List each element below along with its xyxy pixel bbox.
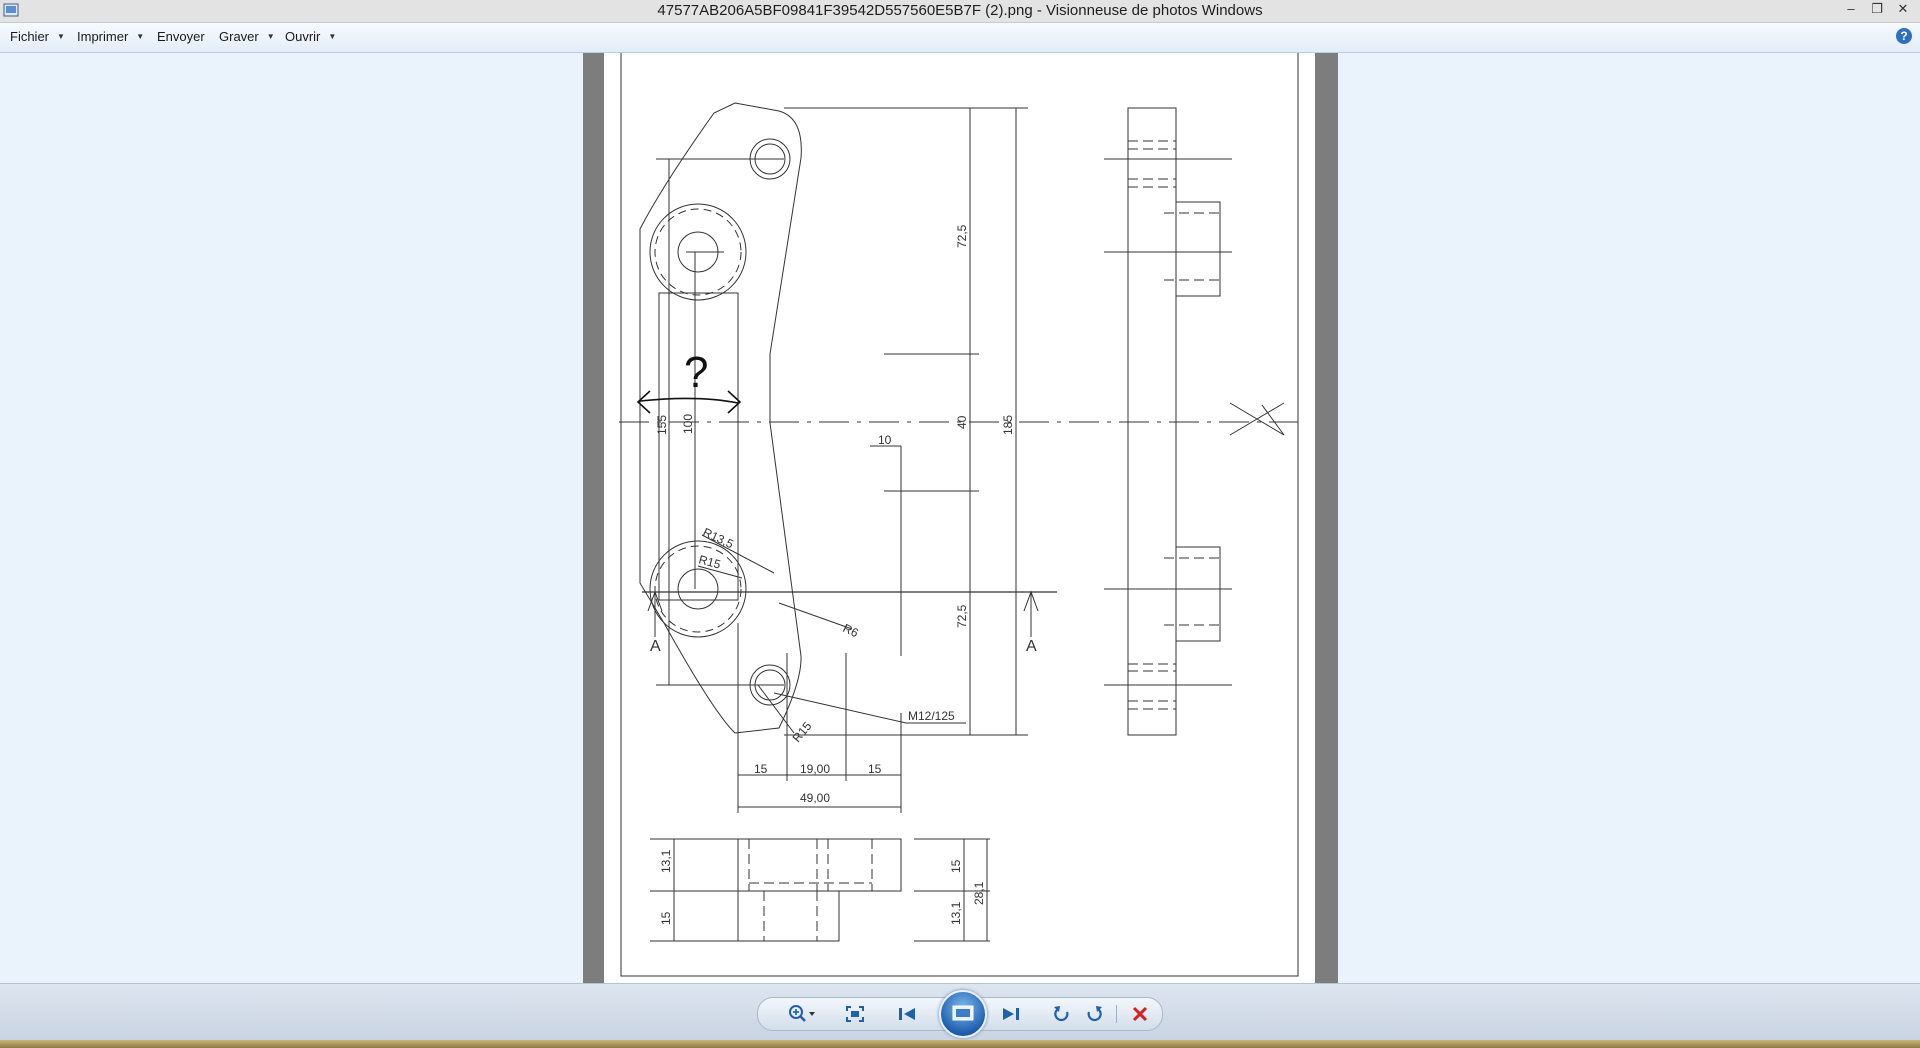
rotate-left-button[interactable] xyxy=(1048,998,1076,1030)
close-window-button[interactable]: ✕ xyxy=(1890,0,1916,20)
previous-button[interactable] xyxy=(888,998,928,1030)
dim-r13-5: R13,5 xyxy=(701,525,736,551)
lower-boss-dashed xyxy=(654,545,742,633)
slideshow-button[interactable] xyxy=(939,990,987,1038)
menu-imprimer[interactable]: Imprimer ▼ xyxy=(77,29,144,44)
next-icon xyxy=(1003,1008,1019,1020)
dim-r6: R6 xyxy=(841,621,861,640)
help-icon[interactable]: ? xyxy=(1896,28,1912,44)
window-title: 47577AB206A5BF09841F39542D557560E5B7F (2… xyxy=(657,2,1263,19)
toolbar-separator xyxy=(1116,1005,1117,1023)
lower-hole xyxy=(677,568,719,610)
actual-size-icon xyxy=(846,1006,864,1022)
side-view-hidden-lines xyxy=(1128,140,1220,710)
handwritten-annotation: ? xyxy=(636,348,742,414)
part-web xyxy=(658,292,739,601)
annotation-question-mark: ? xyxy=(684,348,708,397)
side-view-boss-lower xyxy=(1175,546,1221,642)
dim-13-1-left: 13,1 xyxy=(659,849,673,873)
dim-28-1: 28,1 xyxy=(972,881,986,905)
dim-m12: M12/125 xyxy=(908,709,955,723)
dim-40: 40 xyxy=(955,415,969,429)
sheet-border xyxy=(620,53,1299,977)
side-view-boss-upper xyxy=(1175,201,1221,297)
dim-72-5-top: 72,5 xyxy=(955,224,969,248)
section-view-base xyxy=(737,890,840,942)
next-button[interactable] xyxy=(990,998,1030,1030)
section-mark-right: A xyxy=(1026,638,1037,655)
minimize-button[interactable]: – xyxy=(1838,0,1864,20)
dim-r15-bottom: R15 xyxy=(790,719,815,745)
dim-19: 19,00 xyxy=(800,762,830,776)
dim-10: 10 xyxy=(878,433,892,447)
restore-button[interactable]: ❐ xyxy=(1864,0,1890,20)
leader-r6 xyxy=(778,602,853,630)
menu-imprimer-label: Imprimer xyxy=(77,29,129,44)
dim-155: 155 xyxy=(655,415,669,435)
menu-ouvrir[interactable]: Ouvrir ▼ xyxy=(285,29,336,44)
slideshow-icon xyxy=(952,1005,974,1021)
previous-icon xyxy=(899,1008,915,1020)
delete-button[interactable] xyxy=(1126,998,1154,1030)
actual-size-button[interactable] xyxy=(840,998,870,1030)
technical-drawing: A A 72,5 40 72,5 185 155 100 10 R13,5 R1… xyxy=(619,53,1299,977)
zoom-button[interactable] xyxy=(780,998,824,1030)
dim-15-left: 15 xyxy=(754,762,768,776)
lower-boss xyxy=(649,540,747,638)
dim-15-left-v: 15 xyxy=(659,911,673,925)
menu-envoyer[interactable]: Envoyer xyxy=(157,29,205,44)
menu-graver[interactable]: Graver ▼ xyxy=(219,29,275,44)
dim-72-5-bottom: 72,5 xyxy=(955,604,969,628)
menu-ouvrir-label: Ouvrir xyxy=(285,29,321,44)
taskbar-strip xyxy=(0,1040,1920,1048)
image-viewer-area: A A 72,5 40 72,5 185 155 100 10 R13,5 R1… xyxy=(0,53,1920,983)
menu-fichier-label: Fichier xyxy=(10,29,50,44)
dim-15-right-v: 15 xyxy=(949,859,963,873)
menu-fichier[interactable]: Fichier ▼ xyxy=(10,29,65,44)
dim-49: 49,00 xyxy=(800,791,830,805)
side-view-section-mark xyxy=(1229,402,1285,436)
section-view-body xyxy=(737,838,902,892)
dim-15-right: 15 xyxy=(868,762,882,776)
section-mark-left: A xyxy=(650,638,661,655)
title-bar: 47577AB206A5BF09841F39542D557560E5B7F (2… xyxy=(0,0,1920,23)
menu-graver-label: Graver xyxy=(219,29,259,44)
delete-icon xyxy=(1132,1006,1148,1022)
dim-185: 185 xyxy=(1001,415,1015,435)
rotate-left-icon xyxy=(1054,1006,1069,1022)
section-view-hidden-lines xyxy=(748,839,873,941)
chevron-down-icon: ▼ xyxy=(328,32,337,41)
dim-100: 100 xyxy=(681,414,695,434)
section-view-extensions xyxy=(650,838,990,942)
rotate-right-button[interactable] xyxy=(1080,998,1108,1030)
rotate-right-icon xyxy=(1087,1006,1102,1022)
bottom-toolbar xyxy=(0,983,1920,1041)
zoom-icon xyxy=(789,1005,815,1022)
chevron-down-icon: ▼ xyxy=(136,32,145,41)
dim-13-1-right: 13,1 xyxy=(949,901,963,925)
leader-m12 xyxy=(773,692,907,724)
chevron-down-icon: ▼ xyxy=(57,32,65,41)
chevron-down-icon: ▼ xyxy=(266,32,275,41)
menu-envoyer-label: Envoyer xyxy=(157,29,205,44)
menu-bar: Fichier ▼ Imprimer ▼ Envoyer Graver ▼ Ouvri… xyxy=(0,23,1920,53)
